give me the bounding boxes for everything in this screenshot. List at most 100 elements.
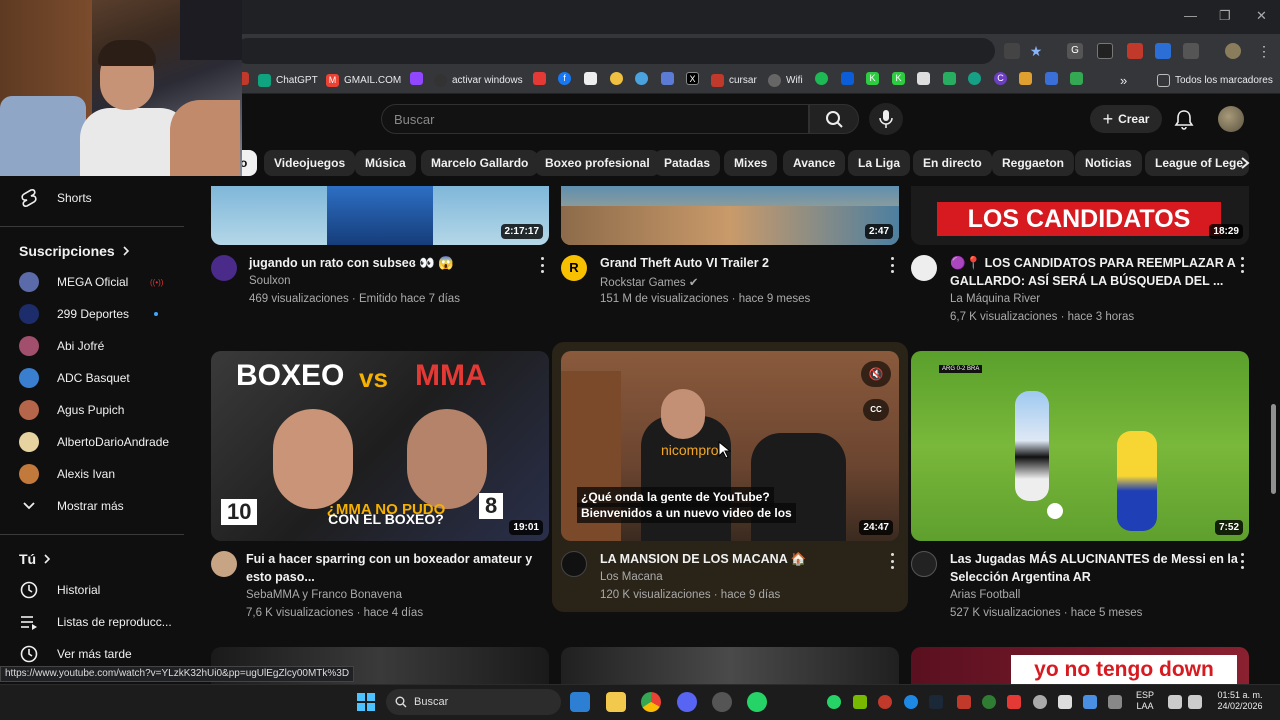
video-thumbnail[interactable]: LOS CANDIDATOS 18:29 (911, 186, 1249, 245)
chip-noticias[interactable]: Noticias (1075, 150, 1142, 176)
video-menu-icon[interactable] (887, 553, 897, 569)
tray-icon-4[interactable] (1007, 695, 1021, 709)
chip-en-directo[interactable]: En directo (913, 150, 992, 176)
chip-musica[interactable]: Música (355, 150, 416, 176)
chip-boxeo-profesional[interactable]: Boxeo profesional (535, 150, 660, 176)
chip-patadas[interactable]: Patadas (654, 150, 721, 176)
tray-icon[interactable] (878, 695, 892, 709)
nvidia-tray-icon[interactable] (853, 695, 867, 709)
bookmark-gmail[interactable]: M GMAIL.COM (326, 72, 401, 88)
sidebar-sub-albertodarioandrade[interactable]: AlbertoDarioAndrade (0, 427, 184, 457)
google-drive-icon[interactable] (1070, 72, 1083, 85)
usb-icon[interactable] (1058, 695, 1072, 709)
bookmark-icon-9[interactable] (1019, 72, 1032, 85)
file-explorer-icon[interactable] (606, 692, 626, 712)
video-channel[interactable]: SebaMMA y Franco Bonavena (246, 589, 402, 601)
channel-avatar[interactable] (911, 551, 937, 577)
voice-search-button[interactable] (869, 103, 903, 135)
audio-extension-icon[interactable] (1155, 43, 1171, 59)
bluetooth-icon[interactable] (904, 695, 918, 709)
sidebar-sub-alexis-ivan[interactable]: Alexis Ivan (0, 459, 184, 489)
windows-start-icon[interactable] (356, 692, 376, 712)
mute-icon[interactable]: 🔇 (861, 361, 891, 387)
close-window-button[interactable]: ✕ (1256, 8, 1267, 24)
bookmark-icon-6[interactable] (943, 72, 956, 85)
sidebar-item-shorts[interactable]: Shorts (0, 183, 184, 213)
bookmark-icon-2[interactable] (610, 72, 623, 85)
captions-button[interactable]: CC (863, 399, 889, 421)
keyboard-icon[interactable] (1108, 695, 1122, 709)
video-thumbnail[interactable] (561, 647, 899, 684)
chip-mixes[interactable]: Mixes (724, 150, 778, 176)
youtube-bookmark-icon[interactable] (533, 72, 546, 85)
microphone-tray-icon[interactable] (1083, 695, 1097, 709)
video-title[interactable]: LA MANSION DE LOS MACANA 🏠 (600, 550, 806, 568)
bookmark-chatgpt[interactable]: ChatGPT (258, 72, 318, 88)
steam-icon[interactable] (929, 695, 943, 709)
bookmark-icon-5[interactable] (917, 72, 930, 85)
video-title-line2[interactable]: Selección Argentina AR (950, 568, 1091, 586)
taskbar-search[interactable]: Buscar (386, 689, 561, 715)
video-menu-icon[interactable] (537, 257, 547, 273)
minimize-button[interactable]: — (1184, 8, 1197, 23)
sidebar-you-heading[interactable]: Tú (19, 551, 52, 567)
language-indicator[interactable]: ESP LAA (1132, 690, 1158, 712)
video-title[interactable]: jugando un rato con subseɞ 👀 😱 (249, 254, 454, 272)
notifications-bell-icon[interactable] (1173, 108, 1195, 130)
whatsapp-icon[interactable] (747, 692, 767, 712)
video-thumbnail[interactable]: 2:17:17 (211, 186, 549, 245)
sidebar-item-historial[interactable]: Historial (0, 575, 184, 605)
microsoft-store-icon[interactable] (570, 692, 590, 712)
video-thumbnail[interactable]: 2:47 (561, 186, 899, 245)
sidebar-sub-299-deportes[interactable]: 299 Deportes (0, 299, 184, 329)
tray-icon-2[interactable] (957, 695, 971, 709)
channel-avatar[interactable] (561, 551, 587, 577)
google-extension-icon[interactable]: G (1067, 43, 1083, 59)
bookmark-star-icon[interactable]: ★ (1028, 43, 1044, 59)
video-title[interactable]: Grand Theft Auto VI Trailer 2 (600, 254, 769, 272)
more-bookmarks-chevron-icon[interactable]: » (1120, 72, 1127, 88)
sidebar-item-watch-later[interactable]: Ver más tarde (0, 639, 184, 669)
sidebar-subscriptions-heading[interactable]: Suscripciones (19, 243, 131, 259)
sidebar-sub-mega-oficial[interactable]: MEGA Oficial ((•)) (0, 267, 184, 297)
bookmark-icon-4[interactable] (661, 72, 674, 85)
video-channel[interactable]: Arias Football (950, 589, 1020, 601)
video-menu-icon[interactable] (1237, 257, 1247, 273)
chip-reggaeton[interactable]: Reggaeton (992, 150, 1075, 176)
chip-videojuegos[interactable]: Videojuegos (264, 150, 356, 176)
sidebar-item-playlists[interactable]: Listas de reproducc... (0, 607, 184, 637)
account-avatar[interactable] (1218, 106, 1244, 132)
taskbar-clock[interactable]: 01:51 a. m. 24/02/2026 (1210, 690, 1270, 712)
video-menu-icon[interactable] (1237, 553, 1247, 569)
address-bar[interactable] (235, 38, 995, 64)
bookmark-icon-8[interactable]: C (994, 72, 1007, 85)
video-title-line2[interactable]: esto paso... (246, 568, 315, 586)
channel-avatar[interactable] (911, 255, 937, 281)
maximize-button[interactable]: ❐ (1219, 8, 1231, 24)
channel-avatar[interactable] (211, 551, 237, 577)
network-icon[interactable] (1168, 695, 1182, 709)
video-title-line2[interactable]: GALLARDO: ASÍ SERÁ LA BÚSQUEDA DEL ... (950, 272, 1223, 290)
adblock-extension-icon[interactable] (1127, 43, 1143, 59)
sidebar-sub-adc-basquet[interactable]: ADC Basquet (0, 363, 184, 393)
all-bookmarks-folder[interactable]: Todos los marcadores (1157, 72, 1273, 88)
scrollbar-thumb[interactable] (1271, 404, 1276, 494)
rockstar-logo-icon[interactable]: R (561, 255, 587, 281)
extension-icon[interactable] (1097, 43, 1113, 59)
channel-avatar[interactable] (211, 255, 237, 281)
tray-icon-3[interactable] (982, 695, 996, 709)
kick-icon-2[interactable]: K (892, 72, 905, 85)
install-app-icon[interactable] (1004, 43, 1020, 59)
chip-marcelo-gallardo[interactable]: Marcelo Gallardo (421, 150, 539, 176)
bookmark-cursar[interactable]: cursar (711, 72, 757, 88)
volume-icon[interactable] (1188, 695, 1202, 709)
page-scrollbar[interactable] (1270, 97, 1280, 683)
twitch-icon[interactable] (410, 72, 423, 85)
video-channel[interactable]: Rockstar Games ✔ (600, 275, 698, 289)
bookmark-icon-10[interactable] (1045, 72, 1058, 85)
video-channel[interactable]: Los Macana (600, 571, 663, 583)
chips-next-button[interactable] (1234, 150, 1256, 176)
video-title[interactable]: Fui a hacer sparring con un boxeador ama… (246, 550, 532, 568)
kick-icon[interactable]: K (866, 72, 879, 85)
bookmark-icon-7[interactable] (968, 72, 981, 85)
